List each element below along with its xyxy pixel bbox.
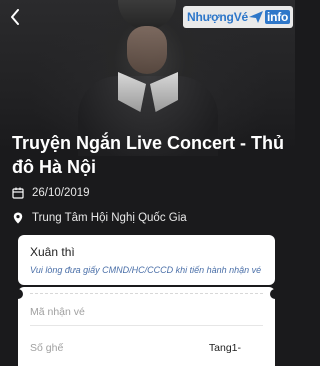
event-date: 26/10/2019 xyxy=(32,187,90,199)
watermark-text-2: Vé xyxy=(233,10,248,24)
watermark-logo: Nhượng Vé info xyxy=(183,6,293,28)
paper-plane-icon xyxy=(248,11,263,23)
event-title: Truyện Ngắn Live Concert - Thủ đô Hà Nội xyxy=(12,133,285,177)
id-document-hint: Vui lòng đưa giấy CMND/HC/CCCD khi tiến … xyxy=(30,265,262,275)
event-venue-row: Trung Tâm Hội Nghị Quốc Gia xyxy=(12,212,187,224)
event-date-row: 26/10/2019 xyxy=(12,187,90,199)
seat-number-field[interactable]: Số ghế Tang1- xyxy=(30,334,263,362)
location-pin-icon xyxy=(13,212,23,224)
ticket-divider xyxy=(30,293,263,294)
chevron-left-icon xyxy=(11,9,19,25)
event-venue: Trung Tâm Hội Nghị Quốc Gia xyxy=(32,212,187,224)
ticket-notch-right xyxy=(270,289,280,299)
seat-value: Tang1- xyxy=(208,342,241,354)
ticket-code-field[interactable]: Mã nhận vé xyxy=(30,298,263,326)
seat-label: Số ghế xyxy=(30,342,64,354)
attendee-card: Xuân thì Vui lòng đưa giấy CMND/HC/CCCD … xyxy=(18,235,275,285)
attendee-name: Xuân thì xyxy=(30,245,75,259)
ticket-code-placeholder: Mã nhận vé xyxy=(30,305,85,318)
ticket-notch-left xyxy=(13,289,23,299)
banner-figure-face xyxy=(127,26,167,74)
back-button[interactable] xyxy=(8,8,22,26)
watermark-text-3: info xyxy=(264,10,291,24)
calendar-icon xyxy=(12,187,24,199)
watermark-text-1: Nhượng xyxy=(187,10,234,24)
